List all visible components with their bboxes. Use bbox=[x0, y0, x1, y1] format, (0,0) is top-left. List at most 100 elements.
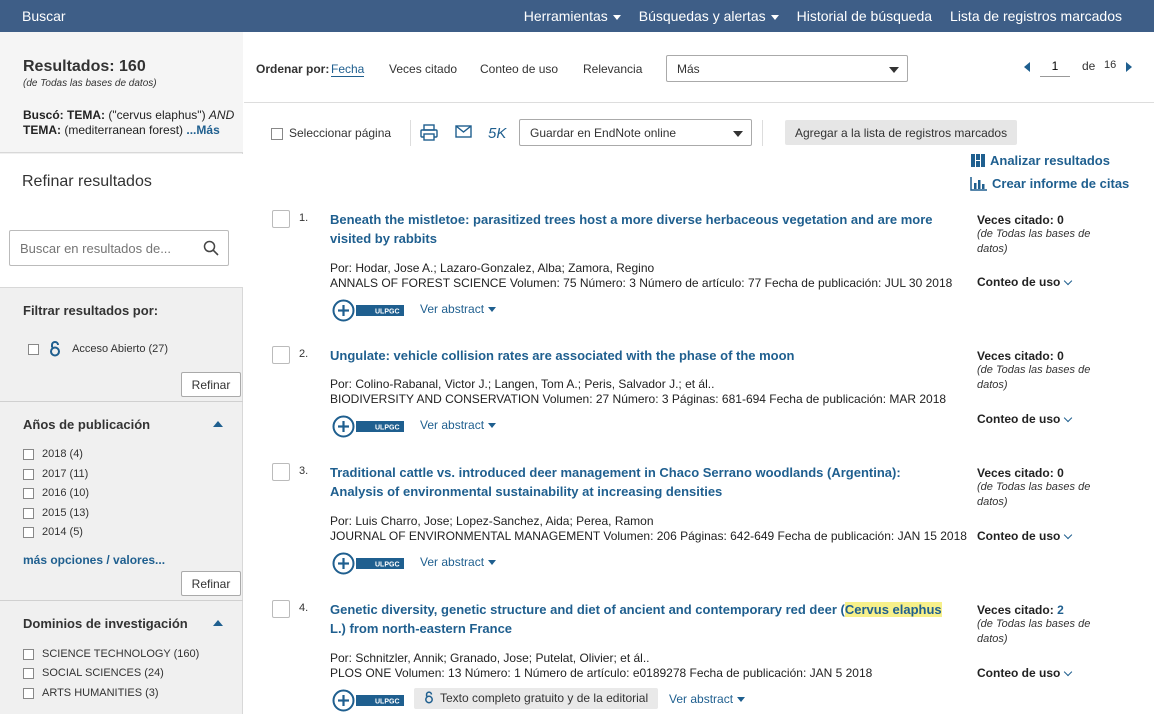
refine-title: Refinar resultados bbox=[22, 173, 152, 190]
checkbox[interactable] bbox=[28, 343, 39, 355]
free-full-text-link[interactable]: Texto completo gratuito y de la editoria… bbox=[414, 688, 659, 709]
domain-filter[interactable]: SOCIAL SCIENCES (24) bbox=[23, 667, 164, 679]
chevron-down-icon bbox=[1064, 667, 1073, 677]
view-abstract-link[interactable]: Ver abstract bbox=[420, 555, 497, 569]
ulpgc-link-icon[interactable]: ULPGC bbox=[332, 299, 406, 322]
year-filter[interactable]: 2017 (11) bbox=[23, 468, 88, 480]
search-link[interactable]: Buscar bbox=[22, 8, 66, 24]
refine-button[interactable]: Refinar bbox=[181, 372, 241, 397]
refine-search-input[interactable] bbox=[9, 230, 229, 266]
search-icon[interactable] bbox=[203, 240, 219, 256]
sort-times-cited[interactable]: Veces citado bbox=[389, 62, 457, 76]
record-source: ANNALS OF FOREST SCIENCE Volumen: 75 Núm… bbox=[330, 276, 953, 290]
more-options-link[interactable]: más opciones / valores... bbox=[23, 553, 165, 567]
search-history-link[interactable]: Historial de búsqueda bbox=[797, 8, 932, 24]
checkbox[interactable] bbox=[23, 487, 34, 499]
sort-date[interactable]: Fecha bbox=[331, 62, 365, 77]
times-cited-link[interactable]: 2 bbox=[1057, 603, 1064, 617]
select-page[interactable]: Seleccionar página bbox=[271, 126, 391, 140]
usage-count[interactable]: Conteo de uso bbox=[977, 275, 1073, 289]
years-title[interactable]: Años de publicación bbox=[23, 417, 150, 432]
year-filter[interactable]: 2016 (10) bbox=[23, 487, 89, 499]
open-access-icon bbox=[50, 341, 61, 357]
times-cited: Veces citado: 2 (de Todas las bases de d… bbox=[977, 603, 1091, 645]
endnote-select[interactable]: Guardar en EndNote online bbox=[519, 119, 752, 146]
page-total: 16 bbox=[1104, 59, 1117, 71]
citation-report-link[interactable]: Crear informe de citas bbox=[970, 176, 1129, 191]
bar-chart-icon bbox=[970, 177, 987, 191]
divider bbox=[410, 120, 411, 146]
checkbox[interactable] bbox=[23, 526, 34, 538]
year-filter[interactable]: 2015 (13) bbox=[23, 507, 89, 519]
ulpgc-link-icon[interactable]: ULPGC bbox=[332, 689, 406, 712]
tools-menu[interactable]: Herramientas bbox=[524, 8, 621, 24]
open-access-filter[interactable]: Acceso Abierto (27) bbox=[28, 341, 168, 357]
search-query: Buscó: TEMA: ("cervus elaphus") AND TEMA:… bbox=[23, 108, 235, 137]
record-checkbox[interactable] bbox=[272, 346, 290, 364]
record-authors: Por: Luis Charro, Jose; Lopez-Sanchez, A… bbox=[330, 514, 654, 528]
sort-usage-count[interactable]: Conteo de uso bbox=[480, 62, 558, 76]
analyze-results-link[interactable]: Analizar resultados bbox=[970, 153, 1110, 168]
sort-label: Ordenar por: bbox=[256, 62, 330, 76]
chevron-down-icon bbox=[488, 423, 497, 429]
analyze-icon bbox=[971, 154, 985, 167]
collapse-icon[interactable] bbox=[213, 620, 223, 626]
filter-title: Filtrar resultados por: bbox=[23, 303, 159, 318]
page-input[interactable] bbox=[1040, 55, 1070, 77]
search-term-highlight: Cervus elaphus bbox=[844, 602, 942, 617]
top-navigation-bar: Buscar Herramientas Búsquedas y alertas … bbox=[0, 0, 1154, 32]
marked-list-link[interactable]: Lista de registros marcados bbox=[950, 8, 1122, 24]
view-abstract-link[interactable]: Ver abstract bbox=[420, 418, 497, 432]
checkbox[interactable] bbox=[23, 648, 34, 660]
sort-relevance[interactable]: Relevancia bbox=[583, 62, 642, 76]
ulpgc-link-icon[interactable]: ULPGC bbox=[332, 415, 406, 438]
checkbox[interactable] bbox=[23, 667, 34, 679]
ulpgc-label: ULPGC bbox=[375, 562, 400, 569]
record-title-link[interactable]: Ungulate: vehicle collision rates are as… bbox=[330, 346, 955, 365]
usage-count[interactable]: Conteo de uso bbox=[977, 529, 1073, 543]
checkbox[interactable] bbox=[23, 448, 34, 460]
record-checkbox[interactable] bbox=[272, 600, 290, 618]
chevron-down-icon bbox=[737, 697, 746, 703]
collapse-icon[interactable] bbox=[213, 421, 223, 427]
checkbox[interactable] bbox=[23, 687, 34, 699]
ulpgc-label: ULPGC bbox=[375, 309, 400, 316]
chevron-down-icon bbox=[612, 14, 621, 20]
query-more-link[interactable]: ...Más bbox=[186, 123, 219, 137]
ulpgc-link-icon[interactable]: ULPGC bbox=[332, 552, 406, 575]
usage-count[interactable]: Conteo de uso bbox=[977, 412, 1073, 426]
view-abstract-link[interactable]: Ver abstract bbox=[669, 692, 746, 706]
prev-page-icon[interactable] bbox=[1024, 62, 1030, 72]
checkbox[interactable] bbox=[23, 507, 34, 519]
domain-filter[interactable]: ARTS HUMANITIES (3) bbox=[23, 687, 159, 699]
sidebar: Resultados: 160 (de Todas las bases de d… bbox=[0, 32, 243, 714]
usage-count[interactable]: Conteo de uso bbox=[977, 666, 1073, 680]
chevron-down-icon bbox=[1064, 413, 1073, 423]
view-abstract-link[interactable]: Ver abstract bbox=[420, 302, 497, 316]
record-authors: Por: Colino-Rabanal, Victor J.; Langen, … bbox=[330, 377, 715, 391]
year-filter[interactable]: 2018 (4) bbox=[23, 448, 83, 460]
record-title-link[interactable]: Traditional cattle vs. introduced deer m… bbox=[330, 463, 955, 501]
refine-button[interactable]: Refinar bbox=[181, 571, 241, 596]
checkbox[interactable] bbox=[23, 468, 34, 480]
email-icon[interactable] bbox=[455, 125, 472, 138]
record-title-link[interactable]: Genetic diversity, genetic structure and… bbox=[330, 600, 955, 638]
5k-export-icon[interactable]: 5K bbox=[488, 125, 506, 142]
record-checkbox[interactable] bbox=[272, 210, 290, 228]
record-authors: Por: Schnitzler, Annik; Granado, Jose; P… bbox=[330, 651, 650, 665]
domains-title[interactable]: Dominios de investigación bbox=[23, 616, 188, 631]
results-count: Resultados: 160 bbox=[23, 58, 146, 75]
record-checkbox[interactable] bbox=[272, 463, 290, 481]
sort-more-select[interactable]: Más bbox=[666, 55, 908, 82]
next-page-icon[interactable] bbox=[1126, 62, 1132, 72]
searches-alerts-menu[interactable]: Búsquedas y alertas bbox=[639, 8, 779, 24]
record-source: BIODIVERSITY AND CONSERVATION Volumen: 2… bbox=[330, 392, 947, 406]
checkbox[interactable] bbox=[271, 127, 283, 140]
add-to-marked-list-button[interactable]: Agregar a la lista de registros marcados bbox=[785, 120, 1018, 145]
divider bbox=[0, 600, 243, 601]
record-title-link[interactable]: Beneath the mistletoe: parasitized trees… bbox=[330, 210, 955, 248]
results-sub: (de Todas las bases de datos) bbox=[23, 78, 157, 89]
year-filter[interactable]: 2014 (5) bbox=[23, 526, 83, 538]
print-icon[interactable] bbox=[420, 124, 438, 141]
domain-filter[interactable]: SCIENCE TECHNOLOGY (160) bbox=[23, 648, 199, 660]
